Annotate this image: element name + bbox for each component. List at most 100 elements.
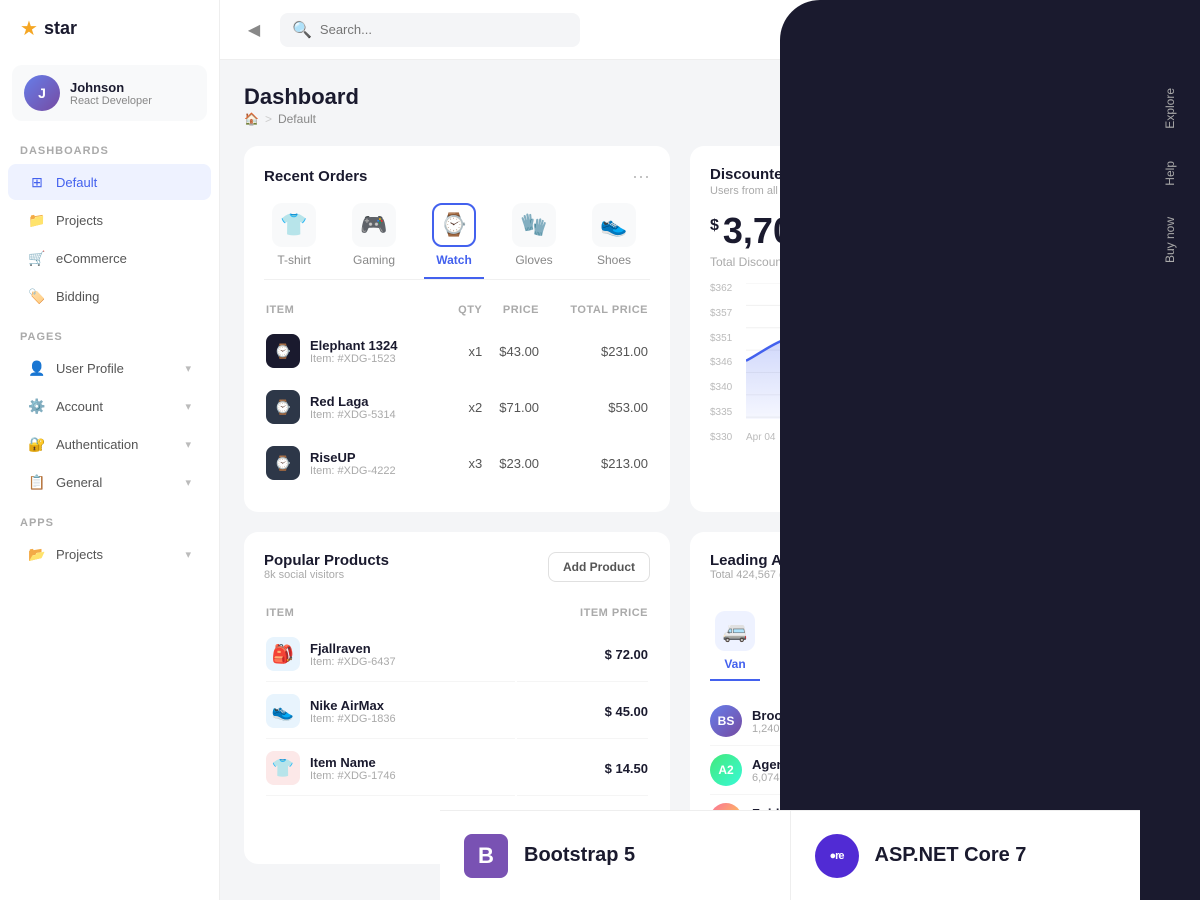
sidebar-item-label: Authentication — [56, 437, 138, 452]
table-row: ⌚ Red Laga Item: #XDG-5314 x2 — [266, 380, 648, 434]
tab-gloves[interactable]: 🧤 Gloves — [504, 203, 564, 279]
user-name: Johnson — [70, 80, 152, 95]
agents-title: Leading Agents by Category — [710, 552, 913, 569]
content-area: Dashboard 🏠 > Default + Invite Create Ap… — [220, 60, 1200, 900]
explore-item[interactable]: Explore — [1157, 76, 1183, 141]
grid-icon: ⊞ — [28, 173, 46, 191]
cat-tab-van[interactable]: 🚐 Van — [710, 611, 760, 681]
tab-shoes[interactable]: 👟 Shoes — [584, 203, 644, 279]
train-icon: 🚂 — [785, 611, 825, 651]
tab-watch[interactable]: ⌚ Watch — [424, 203, 484, 279]
sidebar-item-projects-dash[interactable]: 📁 Projects — [8, 202, 211, 238]
tab-tshirt[interactable]: 👕 T-shirt — [264, 203, 324, 279]
product-image: 🎒 — [266, 637, 300, 671]
sidebar-item-label: Projects — [56, 547, 103, 562]
cat-tab-drone[interactable]: 🚁 Drone — [850, 611, 900, 681]
table-row: 🎒 Fjallraven Item: #XDG-6437 $ 72.00 — [266, 627, 648, 682]
tshirt-icon: 👕 — [272, 203, 316, 247]
bootstrap-title: Bootstrap 5 — [524, 844, 635, 867]
agent-avatar: BS — [710, 705, 742, 737]
promo-aspnet: ●re ASP.NET Core 7 — [791, 811, 1141, 900]
search-icon: 🔍 — [292, 20, 312, 40]
topbar-globe-icon[interactable]: 🌐 — [970, 13, 1004, 47]
logo-icon: ★ — [20, 16, 38, 41]
sidebar-item-apps-projects[interactable]: 📂 Projects ▾ — [8, 536, 211, 572]
pages-section-title: PAGES — [0, 315, 219, 349]
bootstrap-icon: B — [464, 834, 508, 878]
user-profile-card[interactable]: J Johnson React Developer — [12, 65, 207, 121]
col-item: ITEM — [266, 298, 447, 322]
search-input[interactable] — [320, 22, 568, 37]
sidebar-item-ecommerce[interactable]: 🛒 eCommerce — [8, 240, 211, 276]
chevron-down-icon: ▾ — [185, 400, 191, 413]
shoes-icon: 👟 — [592, 203, 636, 247]
dotnet-icon: ●re — [815, 834, 859, 878]
home-icon[interactable]: 🏠 — [244, 112, 259, 126]
card-menu-icon[interactable]: ··· — [632, 166, 650, 187]
add-product-button[interactable]: Add Product — [548, 552, 650, 582]
rating-button[interactable]: Rating → — [938, 710, 1006, 732]
tab-gaming[interactable]: 🎮 Gaming — [344, 203, 404, 279]
sidebar-item-label: eCommerce — [56, 251, 127, 266]
discounted-sales-card: Discounted Product Sales Users from all … — [690, 146, 1116, 512]
invite-button[interactable]: + Invite — [928, 90, 1005, 121]
header-actions: + Invite Create App — [928, 90, 1116, 121]
order-tabs: 👕 T-shirt 🎮 Gaming ⌚ Watch — [264, 203, 650, 280]
bidding-icon: 🏷️ — [28, 287, 46, 305]
sidebar-item-user-profile[interactable]: 👤 User Profile ▾ — [8, 350, 211, 386]
agents-subtitle: Total 424,567 deliveries — [710, 569, 913, 581]
promo-bootstrap: B Bootstrap 5 — [440, 811, 791, 900]
apps-section-title: APPS — [0, 501, 219, 535]
agent-row: BS Brooklyn Simmons 1,240 Deliveries $5,… — [710, 697, 1096, 746]
category-tabs: 🚐 Van 🚂 Train 🚁 Drone — [710, 611, 1096, 681]
order-table: ITEM QTY PRICE TOTAL PRICE — [264, 296, 650, 492]
cat-tab-train[interactable]: 🚂 Train — [780, 611, 830, 681]
avatar: J — [24, 75, 60, 111]
sales-currency: $ — [710, 217, 719, 235]
sidebar-item-label: Account — [56, 399, 103, 414]
col-total: TOTAL PRICE — [541, 298, 648, 322]
buy-now-item[interactable]: Buy now — [1157, 205, 1183, 275]
sidebar-item-label: General — [56, 475, 102, 490]
product-image: 👕 — [266, 751, 300, 785]
topbar-notifications-icon[interactable]: 🔔 — [1014, 13, 1048, 47]
promo-banner: B Bootstrap 5 ●re ASP.NET Core 7 — [440, 810, 1140, 900]
dashboards-section-title: DASHBOARDS — [0, 129, 219, 163]
help-item[interactable]: Help — [1157, 149, 1183, 198]
products-subtitle: 8k social visitors — [264, 569, 389, 581]
col-qty: QTY — [449, 298, 482, 322]
gaming-icon: 🎮 — [352, 203, 396, 247]
drone-icon: 🚁 — [855, 611, 895, 651]
user-icon: 👤 — [28, 359, 46, 377]
projects-icon: 📁 — [28, 211, 46, 229]
search-box[interactable]: 🔍 — [280, 13, 580, 47]
logo-text: star — [44, 18, 77, 39]
card-menu-icon[interactable]: ··· — [1078, 171, 1096, 192]
auth-icon: 🔐 — [28, 435, 46, 453]
sales-amount: $ 3,706 ▼ 4.5% — [710, 213, 1096, 249]
chevron-down-icon: ▾ — [185, 476, 191, 489]
item-image: ⌚ — [266, 390, 300, 424]
sales-subtitle: Users from all channels — [710, 185, 896, 197]
breadcrumb: 🏠 > Default — [244, 112, 359, 126]
rating-button[interactable]: Rating → — [913, 759, 981, 781]
add-product-button-agents[interactable]: Add Product — [994, 559, 1096, 589]
sidebar-item-bidding[interactable]: 🏷️ Bidding — [8, 278, 211, 314]
table-row: 👟 Nike AirMax Item: #XDG-1836 $ 45.00 — [266, 684, 648, 739]
sales-number: 3,706 — [723, 213, 813, 249]
sidebar-item-default[interactable]: ⊞ Default — [8, 164, 211, 200]
sidebar-item-account[interactable]: ⚙️ Account ▾ — [8, 388, 211, 424]
sidebar: ★ star J Johnson React Developer DASHBOA… — [0, 0, 220, 900]
col-item: ITEM — [266, 601, 515, 625]
topbar-user-avatar[interactable]: J — [1102, 13, 1136, 47]
sidebar-item-general[interactable]: 📋 General ▾ — [8, 464, 211, 500]
topbar-arrow-icon[interactable]: → — [1146, 13, 1180, 47]
sidebar-item-label: Projects — [56, 213, 103, 228]
agent-avatar: A2 — [710, 754, 742, 786]
create-app-button[interactable]: Create App — [1015, 90, 1116, 121]
topbar-settings-icon[interactable]: ⚙️ — [1058, 13, 1092, 47]
sidebar-collapse-button[interactable]: ◀ — [240, 16, 268, 44]
product-image: 👟 — [266, 694, 300, 728]
sidebar-item-authentication[interactable]: 🔐 Authentication ▾ — [8, 426, 211, 462]
sales-total-label: Total Discounted Sales This Month — [710, 255, 1096, 269]
